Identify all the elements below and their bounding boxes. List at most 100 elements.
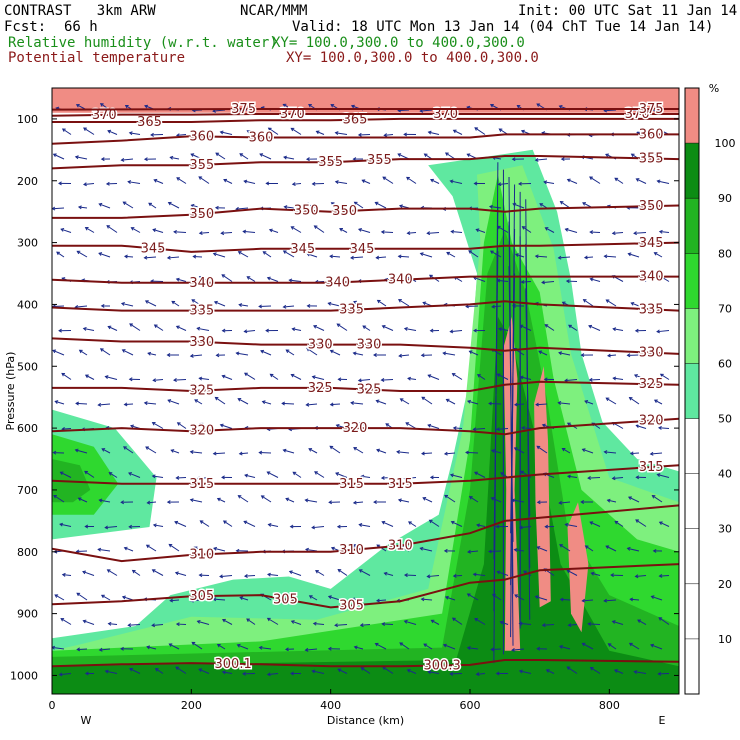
wind-vector: [603, 254, 617, 259]
wind-vector: [290, 373, 302, 380]
wind-vector: [290, 226, 302, 233]
wind-vector: [614, 177, 624, 184]
wind-vector: [308, 448, 318, 454]
wind-vector: [152, 228, 164, 233]
theta-contour-label: 310: [388, 539, 413, 554]
wind-vector: [304, 498, 318, 503]
wind-vector: [262, 251, 272, 258]
wind-vector: [311, 525, 325, 530]
wind-vector: [219, 423, 233, 429]
wind-vector: [84, 374, 95, 380]
wind-vector: [222, 520, 233, 527]
wind-vector: [128, 377, 141, 382]
wind-vector: [653, 399, 663, 405]
wind-vector: [107, 325, 118, 331]
wind-vector: [105, 181, 118, 186]
wind-vector: [61, 128, 72, 135]
wind-vector: [658, 229, 670, 234]
wind-vector: [265, 181, 279, 186]
wind-vector: [219, 574, 233, 579]
x-tick-label: 800: [599, 699, 620, 712]
wind-vector: [373, 353, 387, 358]
y-tick-label: 500: [17, 360, 38, 373]
wind-vector: [192, 254, 203, 259]
y-tick-label: 600: [17, 422, 38, 435]
wind-vector: [61, 372, 72, 380]
wind-vector: [427, 130, 440, 135]
wind-vector: [336, 323, 348, 331]
colorbar-tick-label: 90: [718, 192, 732, 205]
wind-vector: [100, 157, 111, 162]
theta-contour-label: 335: [189, 304, 214, 319]
theta-contour-label: 320: [343, 421, 368, 436]
wind-vector: [145, 544, 157, 552]
y-axis-label: Pressure (hPa): [4, 352, 17, 431]
wind-vector: [120, 157, 134, 162]
wind-vector: [198, 376, 210, 381]
wind-vector: [628, 396, 640, 405]
colorbar-tick-label: 60: [718, 357, 732, 370]
theta-contour-label: 330: [308, 338, 333, 353]
wind-vector: [373, 500, 387, 505]
wind-vector: [189, 498, 203, 503]
wind-vector: [266, 471, 279, 478]
wind-vector: [282, 304, 295, 309]
wind-vector: [221, 475, 233, 480]
wind-vector: [383, 133, 394, 138]
wind-vector: [143, 157, 157, 162]
wind-vector: [607, 353, 617, 358]
wind-vector: [171, 300, 180, 307]
wind-vector: [430, 178, 440, 184]
x-tick-label: 400: [320, 699, 341, 712]
wind-vector: [78, 349, 88, 356]
wind-vector: [421, 451, 433, 456]
wind-vector: [243, 329, 256, 334]
theta-contour-label: 330: [189, 335, 214, 350]
wind-vector: [221, 328, 233, 333]
theta-contour-label: 320: [639, 414, 664, 429]
wind-vector: [151, 569, 164, 576]
wind-vector: [52, 153, 65, 160]
wind-vector: [267, 572, 279, 577]
wind-vector: [173, 378, 187, 382]
wind-vector: [449, 329, 463, 334]
colorbar-tick-label: 80: [718, 247, 732, 260]
wind-vector: [398, 353, 410, 358]
wind-vector: [656, 179, 670, 184]
wind-vector: [215, 353, 226, 358]
wind-vector: [446, 251, 456, 258]
wind-vector: [243, 179, 256, 184]
wind-vector: [381, 324, 394, 331]
theta-contour-label: 365: [137, 115, 162, 130]
wind-vector: [362, 325, 371, 331]
wind-vector: [58, 328, 72, 333]
wind-vector: [176, 177, 187, 184]
wind-vector: [442, 351, 456, 356]
colorbar-tick-label: 50: [718, 413, 732, 426]
wind-vector: [167, 201, 180, 209]
theta-contour-340: 340 340 340 340: [52, 268, 679, 292]
wind-vector: [212, 451, 226, 456]
colorbar: 10 20 30 40 50 60 70 80 90 100%: [684, 82, 736, 695]
wind-vector: [582, 299, 594, 307]
wind-vector: [339, 228, 348, 233]
wind-vector: [629, 451, 640, 456]
wind-vector: [239, 153, 249, 160]
wind-vector: [566, 178, 578, 184]
theta-contour-label: 350: [189, 207, 214, 222]
wind-vector: [54, 594, 65, 601]
theta-contour-355: 355 355 355 355: [52, 150, 679, 174]
wind-vector: [305, 402, 318, 407]
wind-vector: [106, 569, 118, 576]
wind-vector: [403, 326, 417, 331]
wind-vector: [166, 500, 180, 505]
y-tick-label: 300: [17, 237, 38, 250]
wind-vector: [313, 225, 325, 233]
wind-vector: [289, 524, 302, 529]
wind-vector: [223, 178, 233, 184]
wind-vector: [147, 351, 157, 356]
theta-contour-label: 315: [388, 477, 413, 492]
wind-vector: [244, 473, 256, 478]
theta-contour-label: 300.1: [215, 657, 252, 672]
wind-vector: [313, 325, 325, 331]
